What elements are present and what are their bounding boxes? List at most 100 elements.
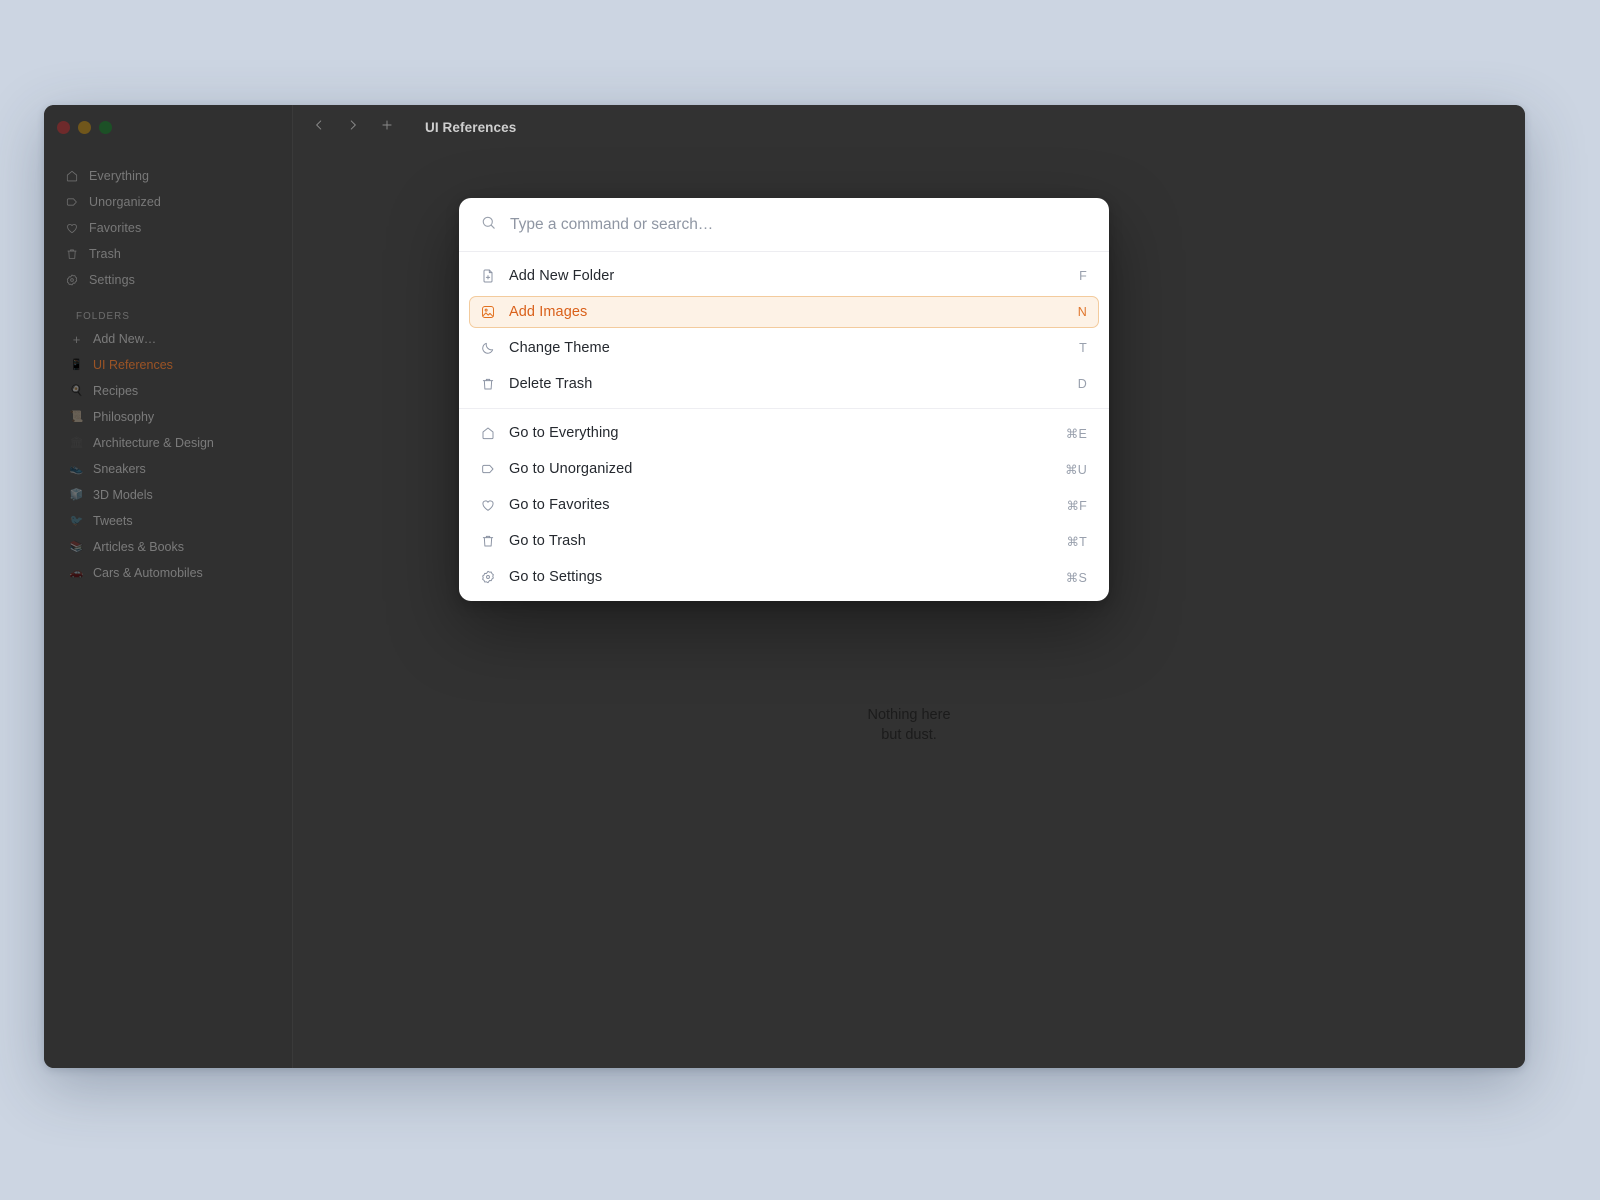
sidebar-folder-label: Cars & Automobiles	[93, 566, 203, 580]
folder-emoji-icon: 📚	[69, 542, 84, 553]
command-label: Go to Everything	[509, 425, 1054, 441]
heart-icon	[479, 497, 497, 513]
sidebar-item-label: Settings	[89, 273, 135, 287]
sidebar-item-settings[interactable]: Settings	[56, 267, 280, 293]
folder-emoji-icon: 🐦	[69, 516, 84, 527]
moon-icon	[479, 340, 497, 356]
sidebar-item-label: Trash	[89, 247, 121, 261]
command-shortcut: D	[1078, 377, 1087, 391]
sidebar-folder-philosophy[interactable]: 📜 Philosophy	[56, 404, 280, 430]
sidebar-folder-articles-books[interactable]: 📚 Articles & Books	[56, 534, 280, 560]
heart-icon	[64, 221, 79, 236]
command-add-new-folder[interactable]: Add New Folder F	[469, 260, 1099, 292]
command-shortcut: ⌘U	[1065, 462, 1087, 477]
trash-icon	[64, 247, 79, 262]
command-go-to-settings[interactable]: Go to Settings ⌘S	[469, 561, 1099, 593]
sidebar-group-label: FOLDERS	[76, 311, 280, 322]
back-icon	[312, 118, 326, 137]
gear-icon	[64, 273, 79, 288]
sidebar-item-unorganized[interactable]: Unorganized	[56, 189, 280, 215]
command-add-images[interactable]: Add Images N	[469, 296, 1099, 328]
sidebar-item-everything[interactable]: Everything	[56, 163, 280, 189]
sidebar-folder-recipes[interactable]: 🍳 Recipes	[56, 378, 280, 404]
sidebar-folder-label: Architecture & Design	[93, 436, 214, 450]
folder-emoji-icon: 🧊	[69, 490, 84, 501]
folder-emoji-icon: 🏛	[69, 438, 84, 449]
sidebar-folder-label: Tweets	[93, 514, 133, 528]
command-label: Delete Trash	[509, 376, 1066, 392]
command-palette-search[interactable]	[459, 198, 1109, 252]
search-input[interactable]	[510, 216, 1089, 234]
sidebar-folder-label: UI References	[93, 358, 173, 372]
command-label: Go to Unorganized	[509, 461, 1053, 477]
command-group-navigation: Go to Everything ⌘E Go to Unorganized ⌘U…	[459, 408, 1109, 601]
empty-state: Nothing here but dust.	[293, 705, 1525, 745]
sidebar-folder-3d-models[interactable]: 🧊 3D Models	[56, 482, 280, 508]
command-shortcut: F	[1079, 269, 1087, 283]
folder-emoji-icon: 🍳	[69, 386, 84, 397]
sidebar-item-favorites[interactable]: Favorites	[56, 215, 280, 241]
forward-button[interactable]	[338, 114, 368, 142]
sidebar-item-label: Unorganized	[89, 195, 161, 209]
command-label: Go to Settings	[509, 569, 1054, 585]
back-button[interactable]	[304, 114, 334, 142]
command-go-to-trash[interactable]: Go to Trash ⌘T	[469, 525, 1099, 557]
command-label: Add New Folder	[509, 268, 1067, 284]
command-change-theme[interactable]: Change Theme T	[469, 332, 1099, 364]
plus-icon	[380, 118, 394, 137]
command-label: Change Theme	[509, 340, 1067, 356]
empty-state-line-1: Nothing here	[293, 705, 1525, 725]
folder-emoji-icon: 🚗	[69, 568, 84, 579]
sidebar-folder-label: Philosophy	[93, 410, 154, 424]
command-shortcut: N	[1078, 305, 1087, 319]
command-shortcut: ⌘S	[1066, 570, 1087, 585]
folder-emoji-icon: 📱	[69, 360, 84, 371]
command-go-to-unorganized[interactable]: Go to Unorganized ⌘U	[469, 453, 1099, 485]
command-shortcut: T	[1079, 341, 1087, 355]
forward-icon	[346, 118, 360, 137]
command-delete-trash[interactable]: Delete Trash D	[469, 368, 1099, 400]
sidebar-folder-tweets[interactable]: 🐦 Tweets	[56, 508, 280, 534]
sidebar-primary-list: Everything Unorganized Favorites Trash	[44, 150, 292, 586]
command-group-actions: Add New Folder F Add Images N Change The…	[459, 252, 1109, 408]
sidebar-item-label: Favorites	[89, 221, 141, 235]
sidebar-item-label: Everything	[89, 169, 149, 183]
sidebar-folder-architecture-design[interactable]: 🏛 Architecture & Design	[56, 430, 280, 456]
command-shortcut: ⌘F	[1066, 498, 1087, 513]
folder-emoji-icon: 📜	[69, 412, 84, 423]
sidebar-folder-label: Articles & Books	[93, 540, 184, 554]
plus-icon: +	[69, 333, 84, 346]
page-title: UI References	[425, 120, 516, 135]
folder-emoji-icon: 👟	[69, 464, 84, 475]
sidebar-folder-ui-references[interactable]: 📱 UI References	[56, 352, 280, 378]
sidebar-folder-label: Recipes	[93, 384, 138, 398]
sidebar-folder-add-new[interactable]: + Add New…	[56, 326, 280, 352]
sidebar-item-trash[interactable]: Trash	[56, 241, 280, 267]
maximize-button[interactable]	[99, 121, 112, 134]
add-button[interactable]	[372, 114, 402, 142]
sidebar: Everything Unorganized Favorites Trash	[44, 105, 293, 1068]
command-go-to-everything[interactable]: Go to Everything ⌘E	[469, 417, 1099, 449]
sidebar-folder-sneakers[interactable]: 👟 Sneakers	[56, 456, 280, 482]
minimize-button[interactable]	[78, 121, 91, 134]
gear-icon	[479, 569, 497, 585]
trash-icon	[479, 533, 497, 549]
file-plus-icon	[479, 268, 497, 284]
command-palette: Add New Folder F Add Images N Change The…	[459, 198, 1109, 601]
titlebar: UI References	[293, 105, 1525, 150]
close-button[interactable]	[57, 121, 70, 134]
command-go-to-favorites[interactable]: Go to Favorites ⌘F	[469, 489, 1099, 521]
trash-icon	[479, 376, 497, 392]
sidebar-folder-label: 3D Models	[93, 488, 153, 502]
sidebar-folder-label: Add New…	[93, 332, 156, 346]
traffic-lights	[44, 105, 292, 150]
image-icon	[479, 304, 497, 320]
command-shortcut: ⌘T	[1066, 534, 1087, 549]
house-icon	[64, 169, 79, 184]
sidebar-folder-cars-automobiles[interactable]: 🚗 Cars & Automobiles	[56, 560, 280, 586]
tag-icon	[479, 461, 497, 477]
command-label: Add Images	[509, 304, 1066, 320]
command-shortcut: ⌘E	[1066, 426, 1087, 441]
command-label: Go to Trash	[509, 533, 1054, 549]
house-icon	[479, 425, 497, 441]
